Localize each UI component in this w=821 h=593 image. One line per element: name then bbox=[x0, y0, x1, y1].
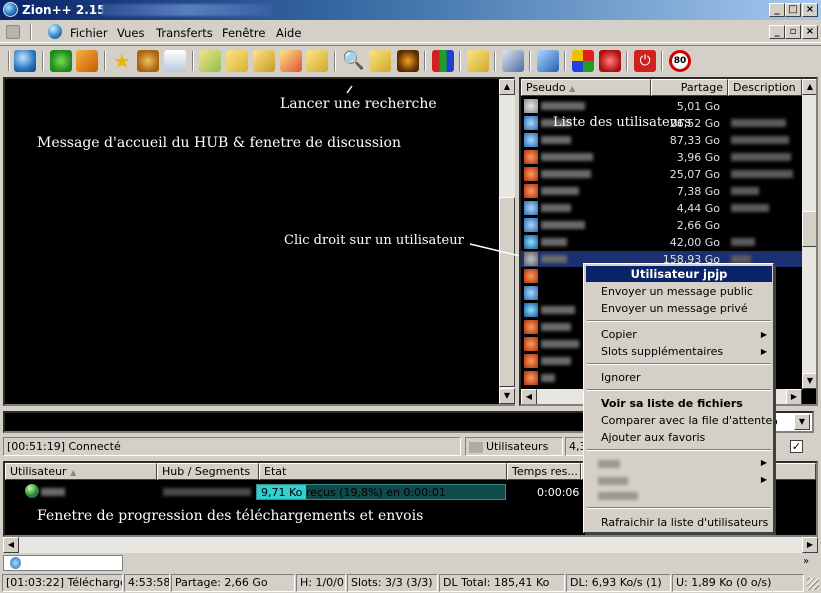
submenu-arrow-icon: ▶ bbox=[760, 347, 767, 356]
col-utilisateur[interactable]: Utilisateur ▲ bbox=[5, 463, 157, 480]
submenu-arrow-icon: ▶ bbox=[760, 475, 767, 484]
user-row[interactable]: 4,44 Go bbox=[521, 200, 802, 216]
col-partage[interactable]: Partage bbox=[651, 79, 728, 96]
user-icon bbox=[524, 184, 538, 198]
status-dl-total: DL Total: 185,41 Ko bbox=[439, 574, 565, 592]
col-etat[interactable]: Etat bbox=[259, 463, 507, 480]
users-count: 4,3 bbox=[565, 437, 585, 456]
user-icon bbox=[524, 371, 538, 385]
menu-extra-slots[interactable]: Slots supplémentaires bbox=[601, 345, 723, 358]
userlist-scrollbar[interactable]: ▲ ▼ bbox=[802, 79, 816, 389]
redacted-menu-item[interactable] bbox=[598, 460, 620, 468]
dropdown-arrow-icon[interactable]: ▼ bbox=[794, 414, 810, 430]
users-checkbox[interactable]: ✓ bbox=[790, 440, 803, 453]
user-context-menu: Utilisateur jpjp Envoyer un message publ… bbox=[583, 263, 774, 533]
user-row[interactable]: 87,33 Go bbox=[521, 132, 802, 148]
user-row[interactable]: 42,00 Go bbox=[521, 234, 802, 250]
context-menu-title: Utilisateur jpjp bbox=[586, 266, 772, 282]
resize-grip-icon[interactable] bbox=[807, 578, 819, 590]
progress-bar: 9,71 Ko reçus (19,8%) en 0:00:01 bbox=[256, 484, 506, 500]
user-row[interactable]: 7,38 Go bbox=[521, 183, 802, 199]
user-icon bbox=[524, 218, 538, 232]
status-uptime: 4:53:58 bbox=[124, 574, 170, 592]
message-input[interactable] bbox=[3, 411, 586, 433]
hub-tab-icon[interactable] bbox=[10, 557, 21, 569]
user-row[interactable]: 5,01 Go bbox=[521, 98, 802, 114]
user-icon bbox=[524, 235, 538, 249]
user-icon bbox=[524, 99, 538, 113]
annotation-progress: Fenetre de progression des téléchargemen… bbox=[37, 508, 424, 524]
user-icon bbox=[524, 116, 538, 130]
scroll-right-button[interactable]: ▶ bbox=[786, 389, 802, 404]
user-icon bbox=[524, 167, 538, 181]
col-pseudo[interactable]: Pseudo ▲ bbox=[521, 79, 651, 96]
user-icon bbox=[524, 150, 538, 164]
globe-user-icon bbox=[25, 484, 39, 498]
user-row[interactable]: 2,66 Go bbox=[521, 217, 802, 233]
menu-private-message[interactable]: Envoyer un message privé bbox=[601, 302, 748, 315]
menu-view-file-list[interactable]: Voir sa liste de fichiers bbox=[601, 397, 743, 410]
menu-public-message[interactable]: Envoyer un message public bbox=[601, 285, 753, 298]
user-row[interactable]: 25,07 Go bbox=[521, 166, 802, 182]
status-hubs: H: 1/0/0 bbox=[296, 574, 346, 592]
status-ul: U: 1,89 Ko (0 o/s) bbox=[672, 574, 804, 592]
user-icon bbox=[524, 269, 538, 283]
user-icon bbox=[524, 337, 538, 351]
col-hub-segments[interactable]: Hub / Segments bbox=[157, 463, 259, 480]
user-icon bbox=[524, 252, 538, 266]
transfers-hscrollbar[interactable]: ◀ ▶ bbox=[3, 537, 818, 553]
menu-separator bbox=[587, 449, 771, 451]
col-description[interactable]: Description bbox=[728, 79, 802, 96]
user-icon bbox=[524, 320, 538, 334]
user-icon bbox=[524, 286, 538, 300]
progress-text: 9,71 Ko reçus (19,8%) en 0:00:01 bbox=[261, 486, 446, 499]
time-left: 0:00:06 bbox=[537, 486, 580, 499]
status-dl-rate: DL: 6,93 Ko/s (1) bbox=[566, 574, 671, 592]
menu-compare-queue[interactable]: Comparer avec la file d'attente bbox=[601, 414, 772, 427]
submenu-arrow-icon: ▶ bbox=[760, 330, 767, 339]
scroll-right-button[interactable]: ▶ bbox=[802, 537, 818, 553]
tab-scroll-arrow-icon[interactable]: » bbox=[803, 556, 809, 567]
user-row[interactable]: 3,96 Go bbox=[521, 149, 802, 165]
scroll-up-button[interactable]: ▲ bbox=[802, 79, 816, 95]
scroll-thumb[interactable] bbox=[802, 211, 816, 247]
chat-status-time: [00:51:19] Connecté bbox=[3, 437, 461, 456]
menu-separator bbox=[587, 320, 771, 322]
submenu-arrow-icon: ▶ bbox=[760, 458, 767, 467]
user-icon bbox=[524, 201, 538, 215]
redacted-menu-item[interactable] bbox=[598, 477, 628, 485]
users-toggle[interactable]: Utilisateurs bbox=[465, 437, 563, 456]
user-icon bbox=[524, 354, 538, 368]
user-icon bbox=[524, 133, 538, 147]
col-temps-restant[interactable]: Temps res... bbox=[507, 463, 581, 480]
redacted-menu-item[interactable] bbox=[598, 492, 638, 500]
menu-separator bbox=[587, 363, 771, 365]
scroll-left-button[interactable]: ◀ bbox=[521, 389, 537, 404]
menu-ignore[interactable]: Ignorer bbox=[601, 371, 641, 384]
annotation-users: Liste des utilisateurs bbox=[553, 115, 691, 130]
status-share: Partage: 2,66 Go bbox=[171, 574, 295, 592]
status-slots: Slots: 3/3 (3/3) bbox=[347, 574, 438, 592]
menu-copy[interactable]: Copier bbox=[601, 328, 637, 341]
menu-separator bbox=[587, 507, 771, 509]
status-log: [01:03:22] Téléchargem bbox=[2, 574, 123, 592]
menu-separator bbox=[587, 389, 771, 391]
scroll-down-button[interactable]: ▼ bbox=[802, 373, 816, 389]
scroll-left-button[interactable]: ◀ bbox=[3, 537, 19, 553]
menu-add-favorites[interactable]: Ajouter aux favoris bbox=[601, 431, 705, 444]
menu-refresh-users[interactable]: Rafraichir la liste d'utilisateurs bbox=[601, 516, 768, 529]
user-icon bbox=[524, 303, 538, 317]
tab-strip[interactable] bbox=[3, 555, 123, 571]
